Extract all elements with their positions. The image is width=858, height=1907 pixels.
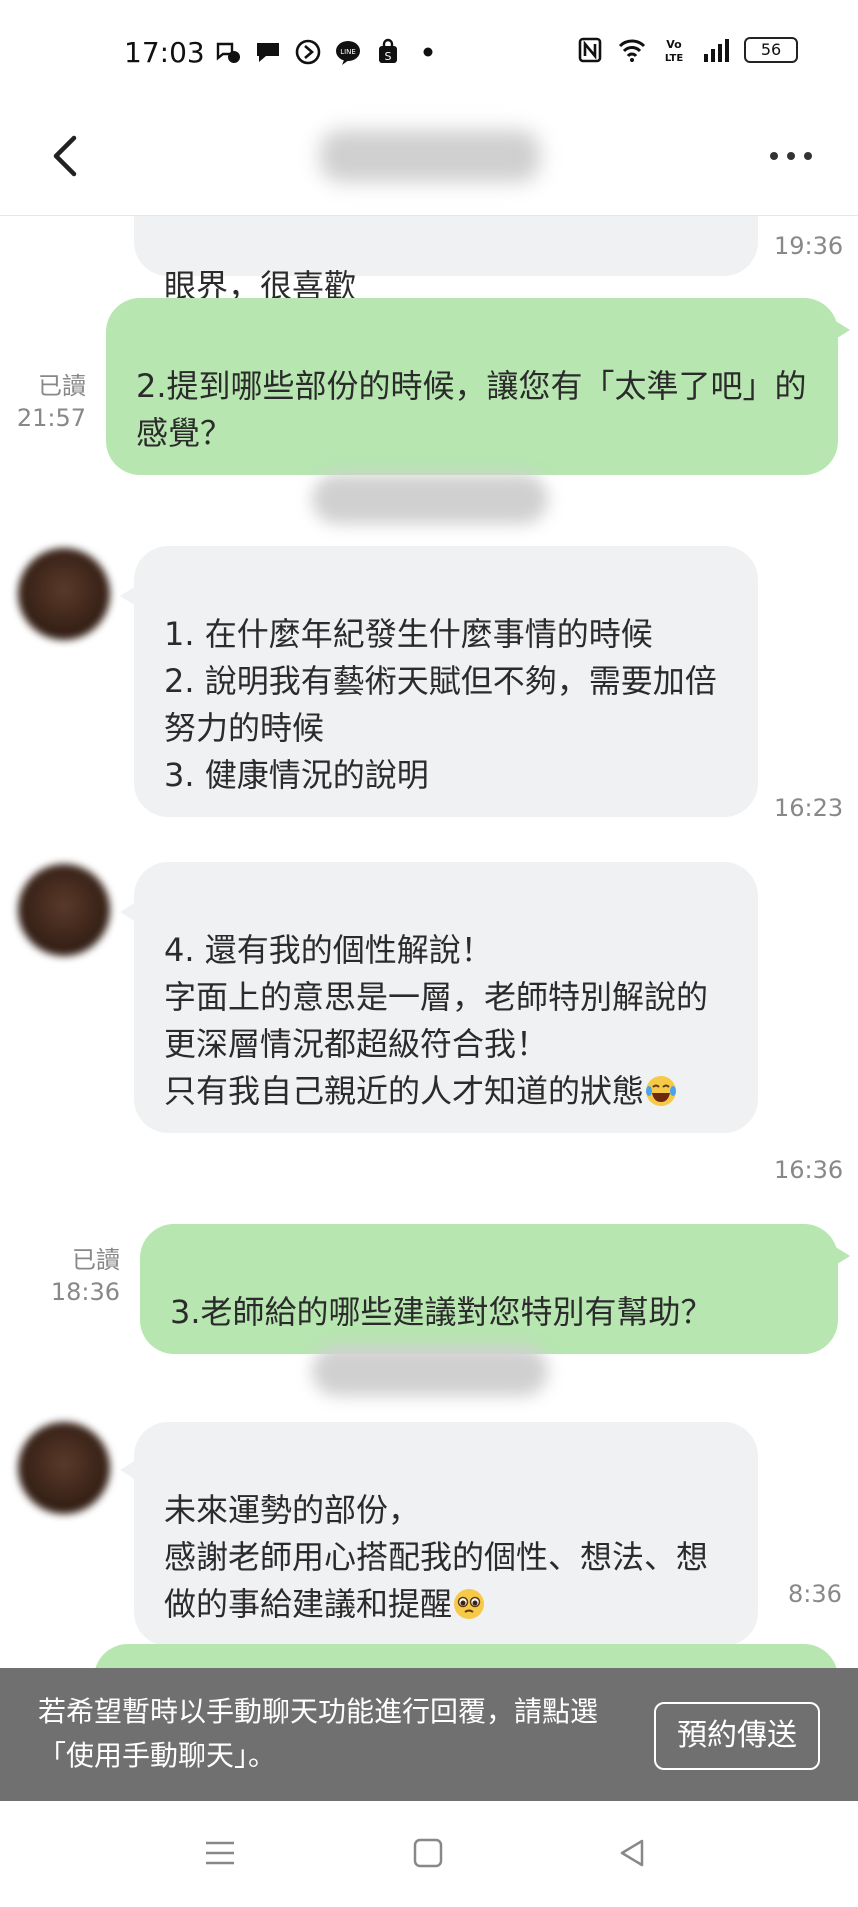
bubble-tail: [834, 1246, 850, 1266]
notice-text: 若希望暫時以手動聊天功能進行回覆，請點選「使用手動聊天」。: [38, 1695, 599, 1772]
message-text: 未來運勢的部份， 感謝老師用心搭配我的個性、想法、想做的事給建議和提醒: [164, 1491, 709, 1623]
battery-icon: 56: [744, 37, 798, 63]
incoming-message[interactable]: 4. 還有我的個性解說！ 字面上的意思是一層，老師特別解說的更深層情況都超級符合…: [134, 862, 758, 1133]
incoming-message[interactable]: 1. 在什麼年紀發生什麼事情的時候 2. 說明我有藝術天賦但不夠，需要加倍努力的…: [134, 546, 758, 817]
menu-icon[interactable]: [200, 1833, 240, 1873]
system-nav-bar: [0, 1801, 858, 1907]
notification-icons: LINE S: [214, 38, 442, 66]
more-horizontal-icon[interactable]: [764, 136, 818, 176]
message-time: 16:23: [774, 794, 844, 822]
volte-icon: Vo LTE: [665, 38, 684, 64]
line-icon: LINE: [336, 41, 360, 65]
back-icon[interactable]: [44, 126, 94, 186]
outgoing-message-partial[interactable]: [94, 1644, 838, 1668]
svg-text:LINE: LINE: [340, 48, 356, 56]
status-bar: 17:03 LINE S Vo LTE 56: [0, 0, 858, 100]
incoming-message[interactable]: 未來運勢的部份， 感謝老師用心搭配我的個性、想法、想做的事給建議和提醒: [134, 1422, 758, 1646]
contact-avatar[interactable]: [18, 548, 110, 640]
date-separator-blurred: [312, 1346, 548, 1396]
contact-avatar[interactable]: [18, 1422, 110, 1514]
home-square-icon[interactable]: [408, 1833, 448, 1873]
manual-chat-notice: 若希望暫時以手動聊天功能進行回覆，請點選「使用手動聊天」。 預約傳送: [0, 1668, 858, 1801]
back-triangle-icon[interactable]: [612, 1833, 652, 1873]
message-time: 8:36: [788, 1580, 842, 1608]
contact-avatar[interactable]: [18, 864, 110, 956]
system-icons: Vo LTE 56: [576, 36, 798, 64]
svg-text:LTE: LTE: [665, 53, 684, 64]
message-text: 2.提到哪些部份的時候，讓您有「太準了吧」的感覺？: [136, 367, 807, 452]
nfc-icon: [578, 37, 602, 63]
schedule-send-button[interactable]: 預約傳送: [654, 1702, 820, 1770]
read-receipt: 已讀 21:57: [16, 372, 86, 432]
message-time: 19:36: [774, 232, 844, 260]
message-text: 3.老師給的哪些建議對您特別有幫助？: [170, 1293, 713, 1331]
message-text: 4. 還有我的個性解說！ 字面上的意思是一層，老師特別解說的更深層情況都超級符合…: [164, 931, 709, 1110]
svg-text:Vo: Vo: [666, 38, 682, 51]
message-text: 1. 在什麼年紀發生什麼事情的時候 2. 說明我有藝術天賦但不夠，需要加倍努力的…: [164, 615, 717, 794]
chat-bubble-icon: [257, 43, 279, 62]
signal-icon: [704, 39, 729, 62]
play-circle-icon: [295, 39, 321, 65]
message-time: 16:36: [774, 1156, 844, 1184]
dot-icon: [423, 47, 433, 57]
read-receipt: 已讀 18:36: [50, 1246, 120, 1306]
chat-title-blurred: [320, 130, 540, 182]
outgoing-message[interactable]: 3.老師給的哪些建議對您特別有幫助？: [140, 1224, 838, 1354]
messenger-icon: [216, 42, 240, 63]
date-separator-blurred: [312, 474, 548, 524]
incoming-message[interactable]: 眼界，很喜歡: [134, 216, 758, 305]
chat-header: [0, 100, 858, 216]
shop-bag-icon: S: [379, 38, 397, 63]
bubble-tail: [834, 320, 850, 340]
laughing-tears-emoji: [646, 1076, 677, 1106]
svg-text:S: S: [385, 50, 392, 63]
wifi-icon: [618, 39, 646, 62]
chat-message-list[interactable]: 眼界，很喜歡 19:36 已讀 21:57 2.提到哪些部份的時候，讓您有「太準…: [0, 216, 858, 1668]
status-time: 17:03: [124, 36, 205, 69]
pleading-face-emoji: [454, 1589, 485, 1619]
outgoing-message[interactable]: 2.提到哪些部份的時候，讓您有「太準了吧」的感覺？: [106, 298, 838, 475]
